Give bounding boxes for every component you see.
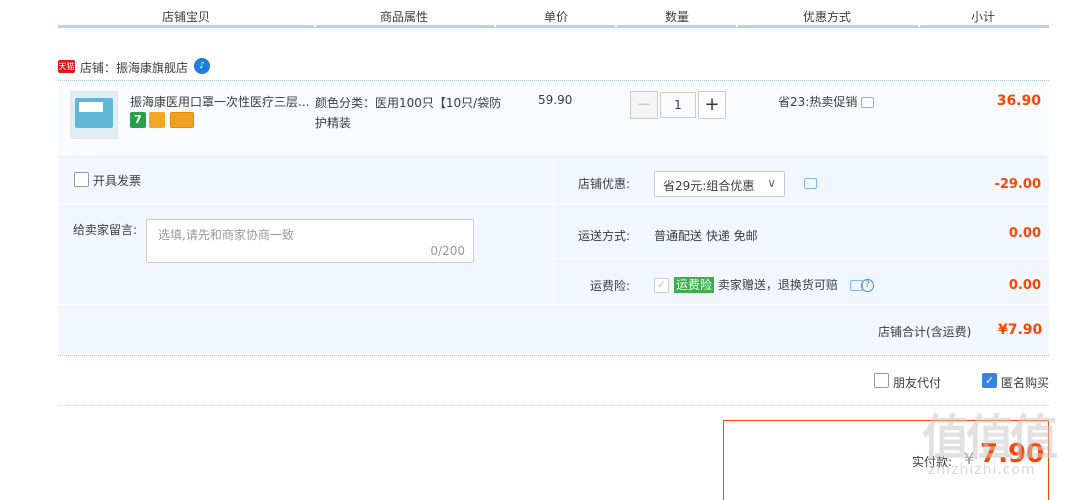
divider bbox=[554, 258, 1049, 259]
promo-info: 省23:热卖促销 bbox=[778, 93, 875, 110]
friend-pay-label: 朋友代付 bbox=[893, 376, 942, 390]
product-thumbnail[interactable] bbox=[70, 91, 118, 139]
cart-item-row: 振海康医用口罩一次性医疗三层... 7 颜色分类：医用100只【10只/袋防护精… bbox=[58, 80, 1049, 157]
shop-total-value: ¥7.90 bbox=[998, 322, 1043, 338]
checkout-options: 朋友代付 ✓ 匿名购买 bbox=[58, 356, 1049, 406]
header-col-item: 店铺宝贝 bbox=[162, 10, 211, 24]
tmall-badge: 天猫 bbox=[58, 60, 75, 73]
wangwang-chat-icon[interactable]: ♪ bbox=[194, 58, 210, 74]
order-left-panel: 开具发票 给卖家留言: 选填,请先和商家协商一致 0/200 bbox=[58, 157, 553, 304]
order-right-panel: 店铺优惠: 省29元:组合优惠 ∨ -29.00 运送方式: 普通配送 快递 免… bbox=[554, 157, 1049, 304]
insurance-tag: 运费险 bbox=[674, 277, 715, 293]
header-col-props: 商品属性 bbox=[380, 10, 429, 24]
credit-card-icon[interactable] bbox=[170, 112, 194, 128]
mask-box-label bbox=[79, 102, 103, 112]
insurance-label: 运费险: bbox=[590, 279, 631, 293]
item-subtotal: 36.90 bbox=[996, 93, 1041, 109]
memo-char-count: 0/200 bbox=[430, 244, 465, 258]
increase-qty-button[interactable]: + bbox=[698, 91, 726, 119]
order-panel: 开具发票 给卖家留言: 选填,请先和商家协商一致 0/200 店铺优惠: 省29… bbox=[58, 157, 1049, 356]
shop-discount-label: 店铺优惠: bbox=[578, 177, 631, 191]
product-title-link[interactable]: 振海康医用口罩一次性医疗三层... bbox=[130, 93, 310, 110]
shop-discount-select[interactable]: 省29元:组合优惠 ∨ bbox=[654, 171, 785, 197]
insurance-checkbox[interactable]: ✓ bbox=[654, 278, 669, 293]
memo-placeholder: 选填,请先和商家协商一致 bbox=[158, 228, 294, 242]
watermark-url: zhizhizhi.com bbox=[928, 462, 1036, 478]
header-col-qty: 数量 bbox=[665, 10, 690, 24]
quantity-input[interactable]: 1 bbox=[660, 92, 696, 118]
header-divider bbox=[494, 24, 496, 27]
header-divider bbox=[736, 24, 738, 27]
unit-price: 59.90 bbox=[538, 93, 573, 107]
memo-label: 给卖家留言: bbox=[73, 223, 138, 237]
header-divider bbox=[918, 24, 920, 27]
chevron-down-icon: ∨ bbox=[767, 176, 776, 190]
cart-header: 店铺宝贝 商品属性 单价 数量 优惠方式 小计 bbox=[58, 0, 1049, 28]
friend-pay-checkbox[interactable] bbox=[874, 373, 889, 388]
divider bbox=[554, 203, 1049, 204]
insurance-amount: 0.00 bbox=[1008, 278, 1041, 293]
chat-bubble-icon[interactable] bbox=[861, 97, 875, 108]
header-col-price: 单价 bbox=[544, 10, 569, 24]
decrease-qty-button[interactable]: − bbox=[630, 91, 658, 119]
shipping-label: 运送方式: bbox=[578, 229, 631, 243]
anonymous-checkbox[interactable]: ✓ bbox=[982, 373, 997, 388]
header-col-subtotal: 小计 bbox=[971, 10, 996, 24]
shop-total-label: 店铺合计(含运费) bbox=[878, 325, 972, 339]
guarantee-icon[interactable] bbox=[149, 112, 165, 128]
product-props: 颜色分类：医用100只【10只/袋防护精装 bbox=[315, 96, 502, 130]
watermark-logo: 值值值 bbox=[922, 410, 1058, 466]
header-divider bbox=[615, 24, 617, 27]
promo-text: 省23:热卖促销 bbox=[778, 95, 858, 109]
shop-name-link[interactable]: 店铺：振海康旗舰店 bbox=[80, 59, 188, 76]
header-divider bbox=[314, 24, 316, 27]
divider bbox=[58, 304, 1049, 305]
chat-bubble-icon[interactable] bbox=[804, 178, 817, 189]
shipping-amount: 0.00 bbox=[1008, 226, 1041, 241]
insurance-text: 卖家赠送，退换货可赔 bbox=[717, 278, 838, 292]
invoice-label: 开具发票 bbox=[93, 174, 142, 188]
header-col-promo: 优惠方式 bbox=[803, 10, 852, 24]
seven-day-return-icon[interactable]: 7 bbox=[130, 112, 146, 128]
insurance-info: 运费险 卖家赠送，退换货可赔 bbox=[674, 276, 838, 293]
anonymous-label: 匿名购买 bbox=[1001, 376, 1050, 390]
seller-memo-textarea[interactable]: 选填,请先和商家协商一致 0/200 bbox=[146, 219, 474, 263]
shop-discount-value: 省29元:组合优惠 bbox=[663, 179, 755, 193]
shop-discount-amount: -29.00 bbox=[994, 177, 1041, 192]
shipping-value: 普通配送 快递 免邮 bbox=[654, 229, 758, 243]
divider bbox=[58, 203, 553, 204]
help-icon[interactable]: ? bbox=[861, 279, 874, 292]
invoice-checkbox[interactable] bbox=[74, 172, 89, 187]
